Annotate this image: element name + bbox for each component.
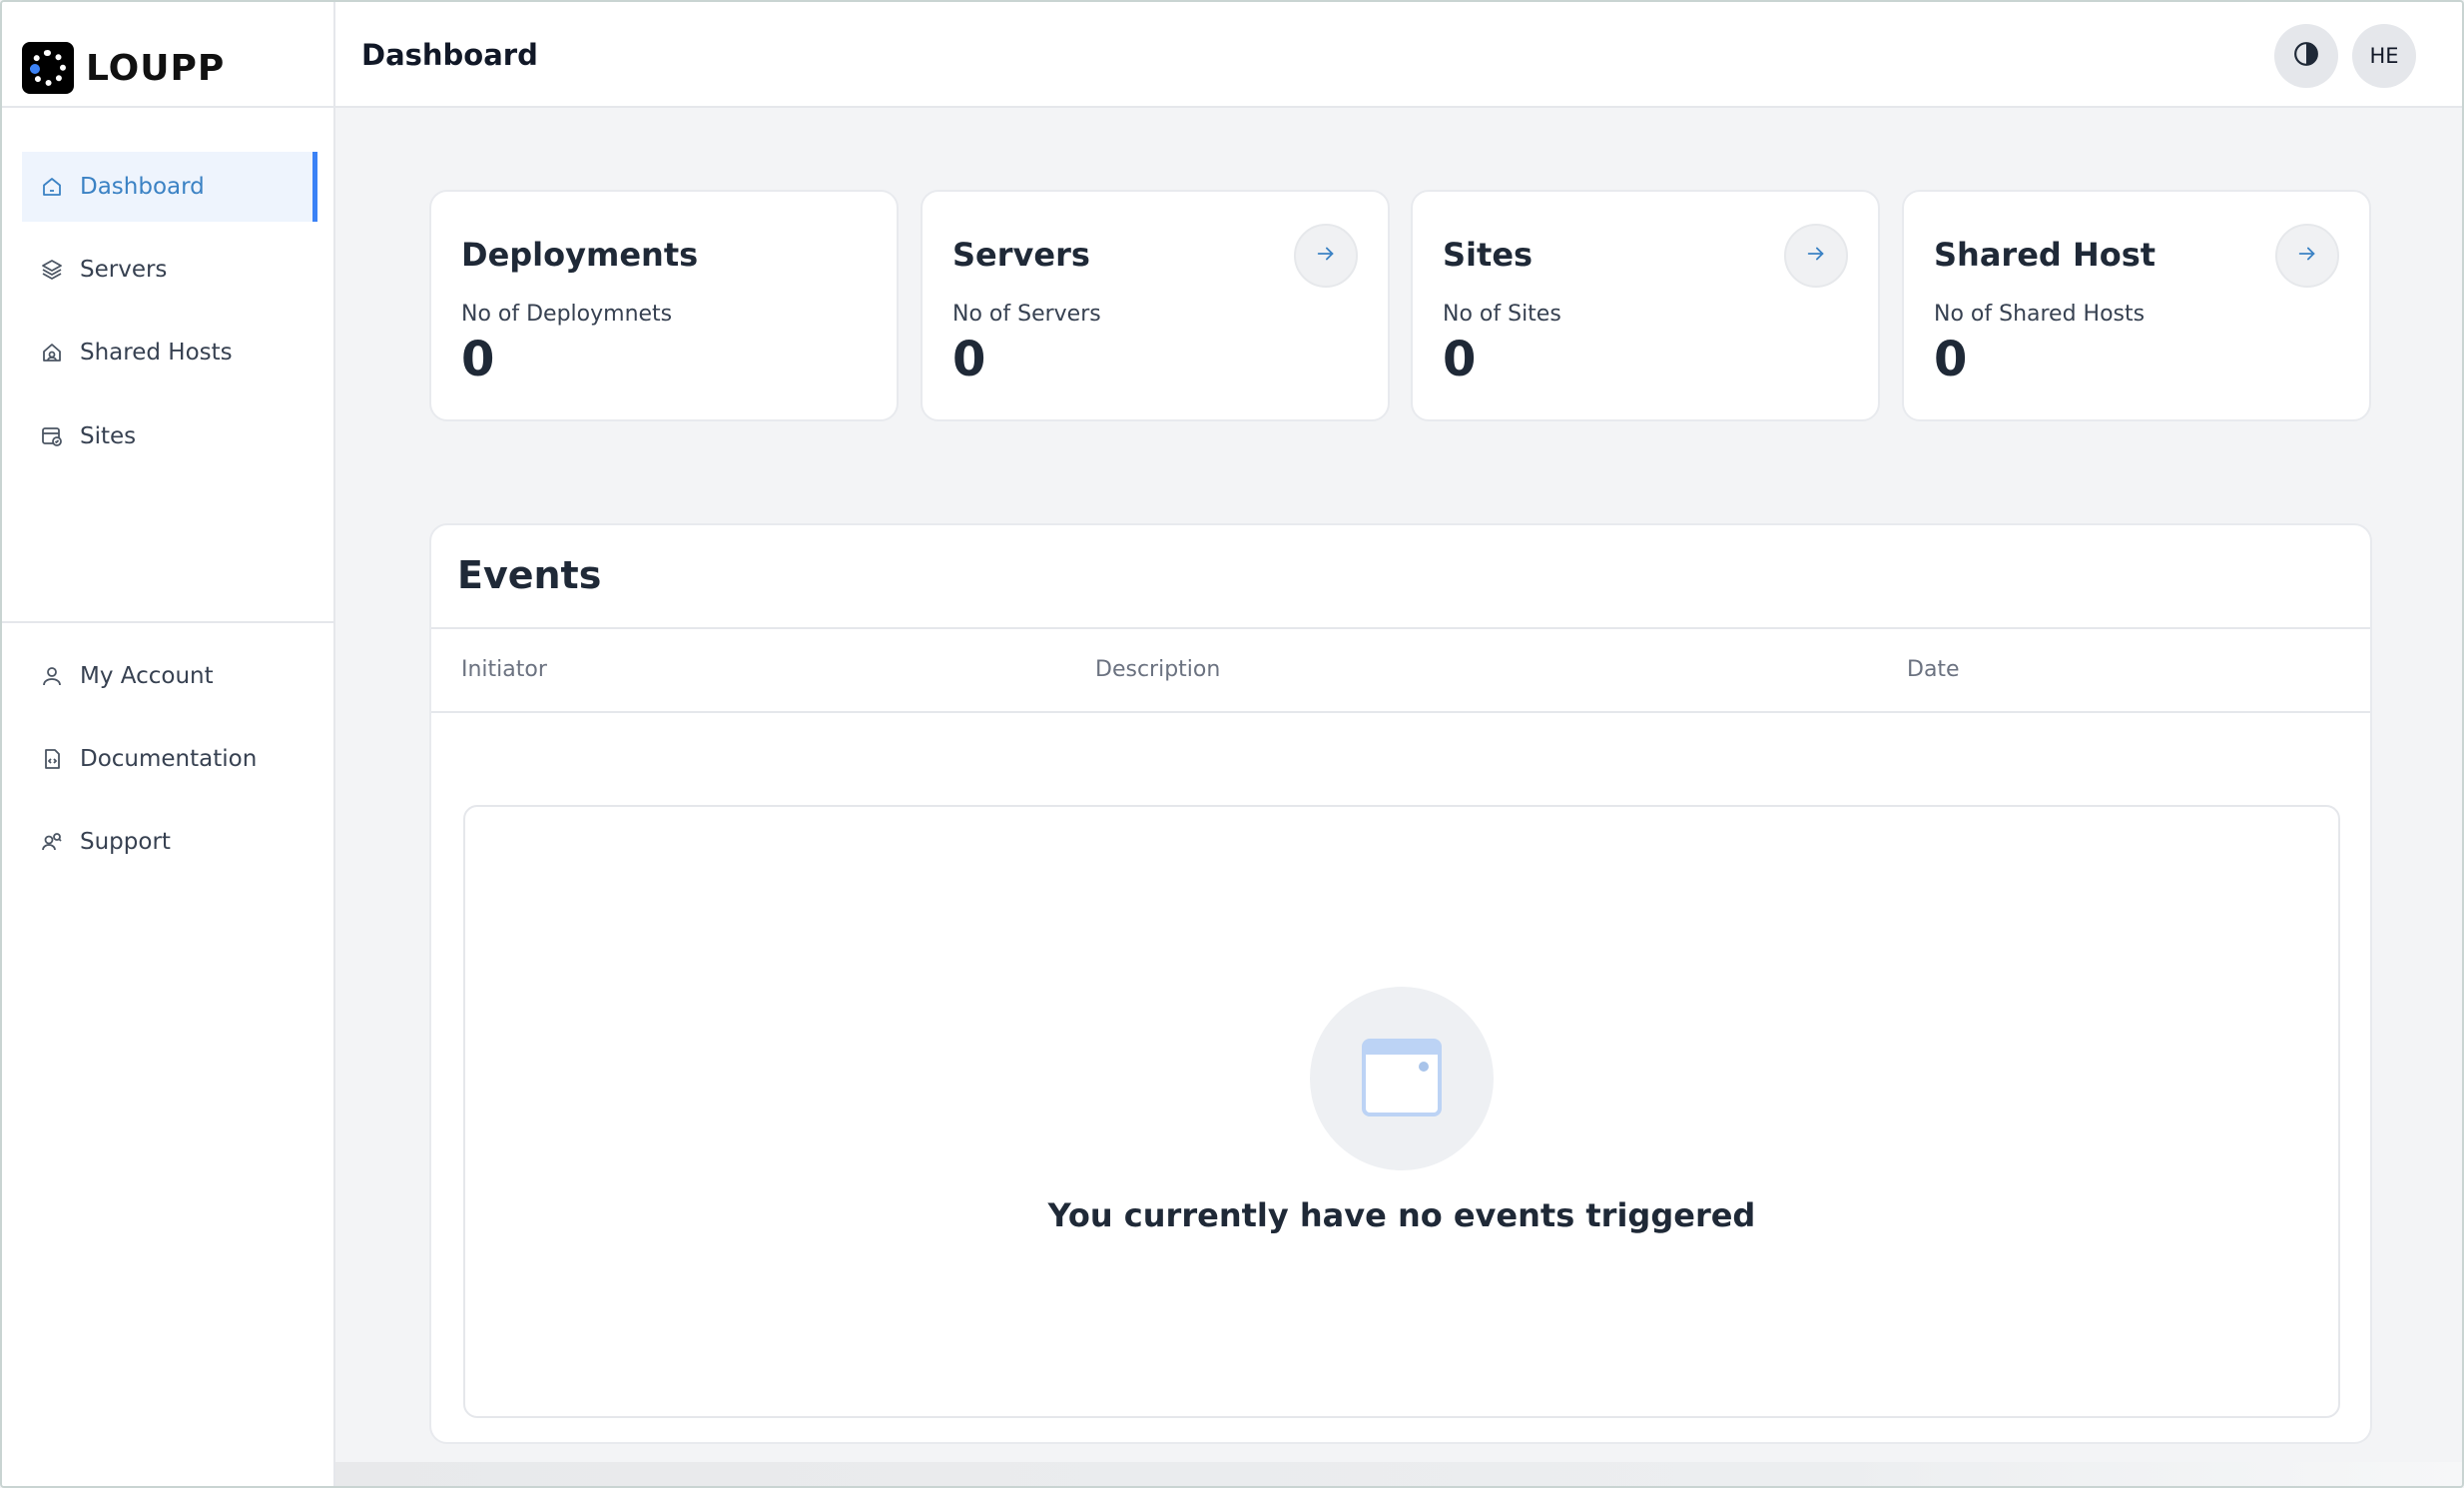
sidebar: LOUPP Dashboard Servers Shared Hosts Sit…	[2, 2, 335, 1486]
sidebar-item-support[interactable]: Support	[22, 807, 317, 877]
arrow-right-icon	[2296, 243, 2318, 269]
logo[interactable]: LOUPP	[22, 42, 225, 94]
card-value: 0	[461, 332, 495, 387]
sidebar-item-servers[interactable]: Servers	[22, 235, 317, 305]
divider	[431, 711, 2370, 713]
sidebar-divider	[2, 106, 333, 108]
card-title: Shared Host	[1934, 236, 2156, 274]
sidebar-item-label: Servers	[80, 257, 168, 283]
sidebar-item-label: Support	[80, 829, 171, 855]
card-title: Servers	[952, 236, 1090, 274]
sidebar-item-shared-hosts[interactable]: Shared Hosts	[22, 318, 317, 387]
sidebar-item-label: Shared Hosts	[80, 340, 233, 366]
layers-icon	[40, 258, 64, 282]
events-title: Events	[457, 553, 602, 597]
home-icon	[40, 175, 64, 199]
app-window: LOUPP Dashboard Servers Shared Hosts Sit…	[0, 0, 2464, 1488]
empty-state-message: You currently have no events triggered	[1047, 1196, 1756, 1234]
user-icon	[40, 664, 64, 688]
browser-window-icon	[1360, 1035, 1444, 1122]
deployments-card: Deployments No of Deploymnets 0	[429, 190, 899, 421]
divider	[431, 627, 2370, 629]
sidebar-item-my-account[interactable]: My Account	[22, 641, 317, 711]
empty-state-icon-wrapper	[1310, 987, 1494, 1170]
card-subtitle: No of Shared Hosts	[1934, 302, 2146, 327]
sidebar-item-sites[interactable]: Sites	[22, 401, 317, 471]
empty-state: You currently have no events triggered	[463, 805, 2340, 1418]
column-header-date: Date	[1907, 657, 1960, 682]
shared-host-arrow-button[interactable]	[2275, 224, 2339, 288]
support-icon	[40, 830, 64, 854]
page-title: Dashboard	[361, 38, 538, 72]
servers-arrow-button[interactable]	[1294, 224, 1358, 288]
sidebar-item-dashboard[interactable]: Dashboard	[22, 152, 317, 222]
sites-arrow-button[interactable]	[1784, 224, 1848, 288]
card-value: 0	[952, 332, 986, 387]
logo-icon	[22, 42, 74, 94]
column-header-initiator: Initiator	[461, 657, 547, 682]
sidebar-item-label: Sites	[80, 423, 137, 449]
user-avatar-button[interactable]: HE	[2352, 24, 2416, 88]
top-header: Dashboard HE	[335, 2, 2462, 108]
card-title: Sites	[1443, 236, 1534, 274]
sidebar-item-documentation[interactable]: Documentation	[22, 724, 317, 794]
arrow-right-icon	[1805, 243, 1827, 269]
sidebar-item-label: Documentation	[80, 746, 258, 772]
events-panel: Events Initiator Description Date You cu…	[429, 523, 2372, 1444]
card-subtitle: No of Deploymnets	[461, 302, 673, 327]
sites-icon	[40, 424, 64, 448]
card-value: 0	[1443, 332, 1477, 387]
theme-toggle-button[interactable]	[2274, 24, 2338, 88]
column-header-description: Description	[1095, 657, 1221, 682]
documentation-icon	[40, 747, 64, 771]
shared-host-card: Shared Host No of Shared Hosts 0	[1902, 190, 2371, 421]
sites-card: Sites No of Sites 0	[1411, 190, 1880, 421]
sidebar-item-label: My Account	[80, 663, 214, 689]
servers-card: Servers No of Servers 0	[921, 190, 1390, 421]
card-value: 0	[1934, 332, 1968, 387]
scroll-shadow	[335, 1462, 2462, 1486]
card-title: Deployments	[461, 236, 699, 274]
sidebar-divider	[2, 621, 333, 623]
sidebar-item-label: Dashboard	[80, 174, 205, 200]
card-subtitle: No of Sites	[1443, 302, 1561, 327]
card-subtitle: No of Servers	[952, 302, 1101, 327]
arrow-right-icon	[1315, 243, 1337, 269]
shared-hosts-icon	[40, 341, 64, 365]
logo-text: LOUPP	[86, 47, 226, 89]
contrast-icon	[2293, 41, 2319, 71]
